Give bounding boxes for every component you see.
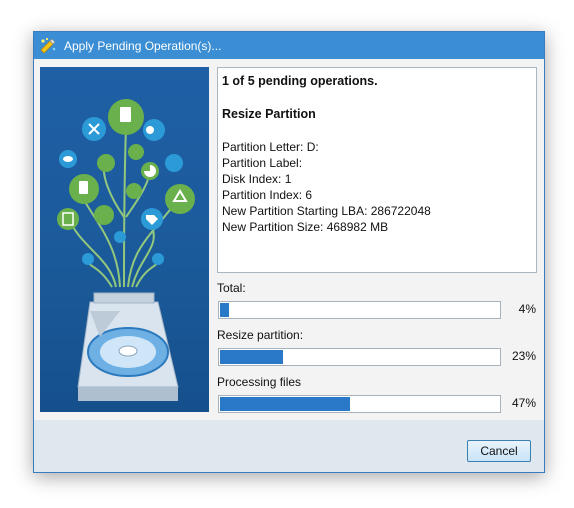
- detail-starting-lba: New Partition Starting LBA: 286722048: [222, 204, 431, 218]
- detail-disk-index: Disk Index: 1: [222, 172, 292, 186]
- detail-partition-size: New Partition Size: 468982 MB: [222, 220, 389, 234]
- operation-details-panel: 1 of 5 pending operations. Resize Partit…: [217, 67, 537, 273]
- resize-progress-bar: [218, 348, 501, 366]
- dialog-content: 1 of 5 pending operations. Resize Partit…: [34, 59, 544, 420]
- resize-progress-percent: 23%: [511, 349, 536, 363]
- detail-partition-letter: Partition Letter: D:: [222, 140, 319, 154]
- processing-progress-percent: 47%: [511, 396, 536, 410]
- apply-operations-dialog: Apply Pending Operation(s)... 1 of 5 pen…: [33, 31, 545, 473]
- processing-files-label: Processing files: [217, 375, 302, 389]
- disk-illustration: [40, 67, 209, 412]
- total-progress-label: Total:: [217, 281, 246, 295]
- resize-progress-fill: [220, 350, 283, 364]
- dialog-footer: Cancel: [34, 420, 544, 472]
- window-title: Apply Pending Operation(s)...: [64, 38, 222, 53]
- total-progress-fill: [220, 303, 230, 317]
- operation-details: Partition Letter: D: Partition Label: Di…: [222, 139, 431, 235]
- total-progress-percent: 4%: [518, 302, 536, 316]
- hard-drive-graphic: [77, 292, 179, 401]
- cancel-button[interactable]: Cancel: [467, 440, 531, 462]
- detail-partition-label: Partition Label:: [222, 156, 303, 170]
- resize-progress-label: Resize partition:: [217, 328, 304, 342]
- processing-progress-bar: [218, 395, 501, 413]
- total-progress-bar: [218, 301, 501, 319]
- operation-count-text: 1 of 5 pending operations.: [222, 74, 378, 88]
- title-bar[interactable]: Apply Pending Operation(s)...: [34, 32, 544, 59]
- operation-name: Resize Partition: [222, 107, 316, 121]
- processing-progress-fill: [220, 397, 351, 411]
- app-wizard-icon: [40, 37, 56, 54]
- disk-illustration-graphic: [57, 99, 195, 401]
- detail-partition-index: Partition Index: 6: [222, 188, 313, 202]
